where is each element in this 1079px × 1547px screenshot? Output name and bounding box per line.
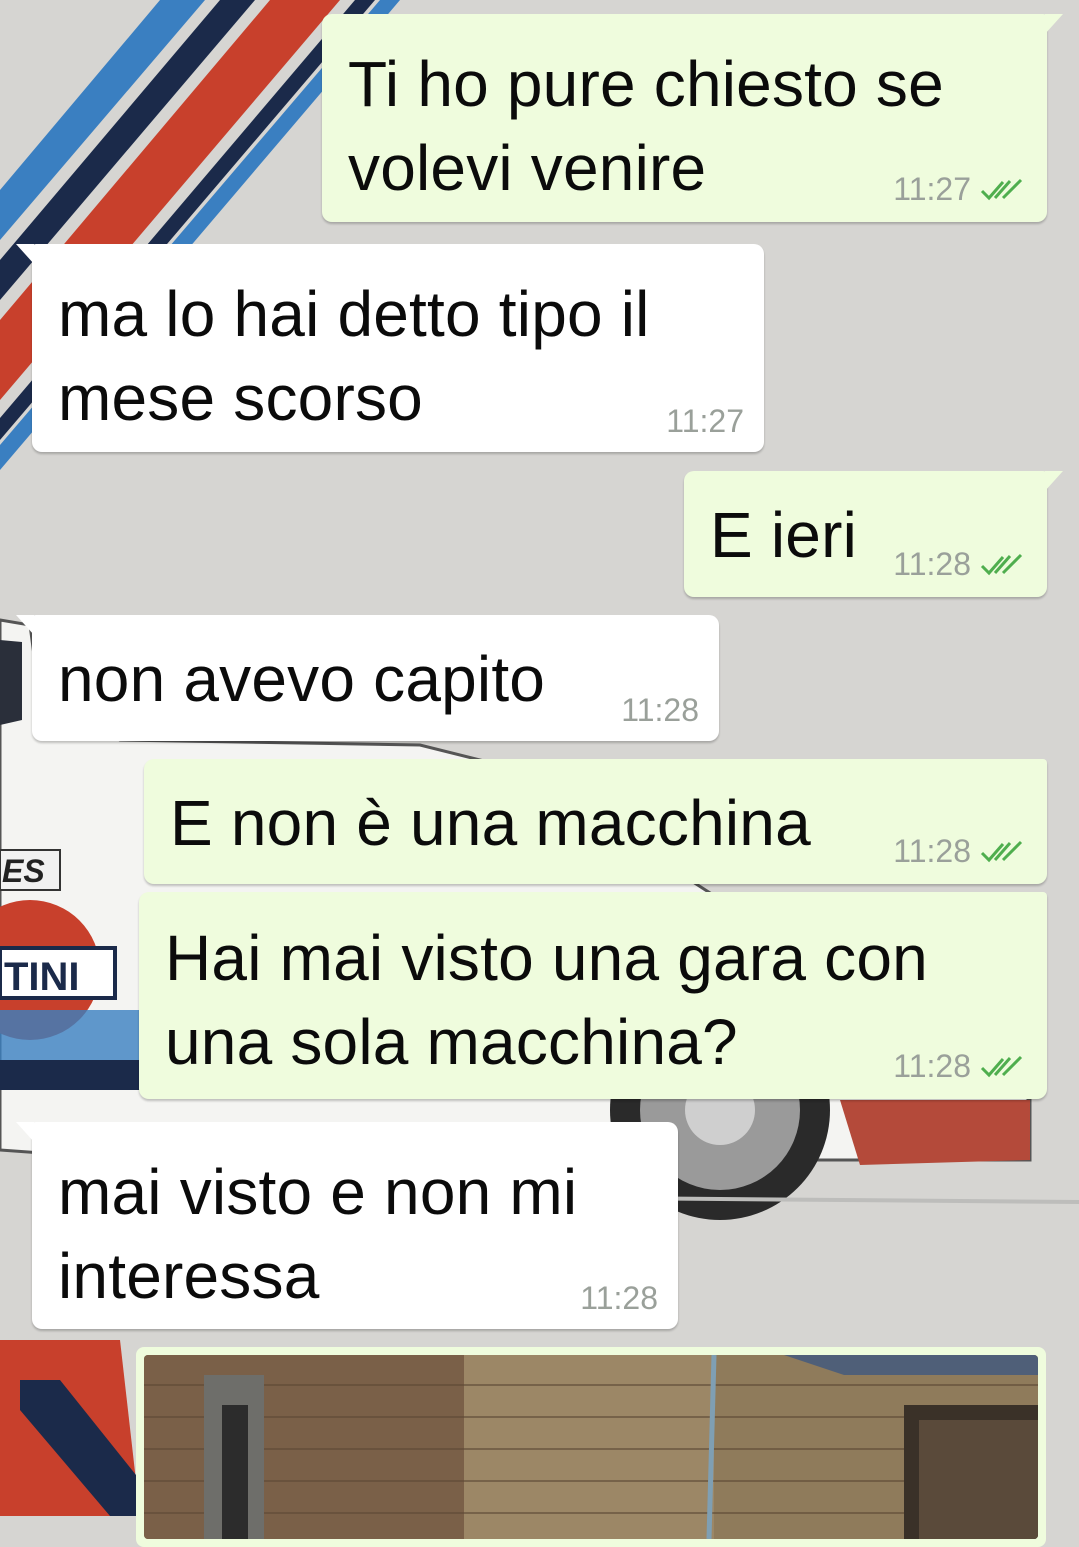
double-check-icon xyxy=(980,178,1023,200)
message-time: 11:28 xyxy=(893,546,971,582)
message-meta: 11:28 xyxy=(893,1048,1025,1085)
message-meta: 11:28 xyxy=(580,1280,658,1317)
message-text: Ti ho pure chiesto se volevi venire xyxy=(348,48,944,204)
message-text: E non è una macchina xyxy=(170,787,811,859)
message-time: 11:27 xyxy=(893,171,971,207)
message-time: 11:28 xyxy=(893,833,971,869)
outgoing-message-bubble[interactable]: E non è una macchina 11:28 xyxy=(144,759,1047,884)
bubble-tail xyxy=(1045,471,1063,491)
message-time: 11:28 xyxy=(893,1048,971,1084)
bubble-tail xyxy=(16,615,34,635)
car-sticker-logo: TINI xyxy=(4,955,80,999)
message-meta: 11:27 xyxy=(893,171,1025,208)
message-meta: 11:28 xyxy=(893,546,1025,583)
double-check-icon xyxy=(980,840,1023,862)
double-check-icon xyxy=(980,553,1023,575)
double-check-icon xyxy=(980,1055,1023,1077)
message-text: mai visto e non mi interessa xyxy=(58,1156,578,1312)
message-meta: 11:28 xyxy=(893,833,1025,870)
message-meta: 11:28 xyxy=(621,692,699,729)
message-time: 11:27 xyxy=(666,403,744,439)
bubble-tail xyxy=(16,1122,34,1142)
outgoing-message-bubble[interactable]: E ieri 11:28 xyxy=(684,471,1063,597)
incoming-message-bubble[interactable]: mai visto e non mi interessa 11:28 xyxy=(16,1122,678,1329)
message-text: Hai mai visto una gara con una sola macc… xyxy=(165,922,928,1078)
incoming-message-bubble[interactable]: non avevo capito 11:28 xyxy=(16,615,719,741)
message-meta: 11:27 xyxy=(666,403,744,440)
incoming-message-bubble[interactable]: ma lo hai detto tipo il mese scorso 11:2… xyxy=(16,244,764,452)
message-text: E ieri xyxy=(710,499,858,571)
outgoing-message-bubble[interactable]: Hai mai visto una gara con una sola macc… xyxy=(139,892,1047,1099)
bubble-tail xyxy=(16,244,34,264)
car-sticker-top: ES xyxy=(2,853,45,889)
message-text: ma lo hai detto tipo il mese scorso xyxy=(58,278,650,434)
outgoing-message-bubble[interactable]: Ti ho pure chiesto se volevi venire 11:2… xyxy=(322,14,1063,222)
message-text: non avevo capito xyxy=(58,643,546,715)
message-time: 11:28 xyxy=(580,1280,658,1316)
outgoing-photo-message[interactable] xyxy=(136,1347,1046,1547)
message-time: 11:28 xyxy=(621,692,699,728)
bubble-tail xyxy=(1045,14,1063,34)
photo-thumbnail[interactable] xyxy=(144,1355,1038,1539)
